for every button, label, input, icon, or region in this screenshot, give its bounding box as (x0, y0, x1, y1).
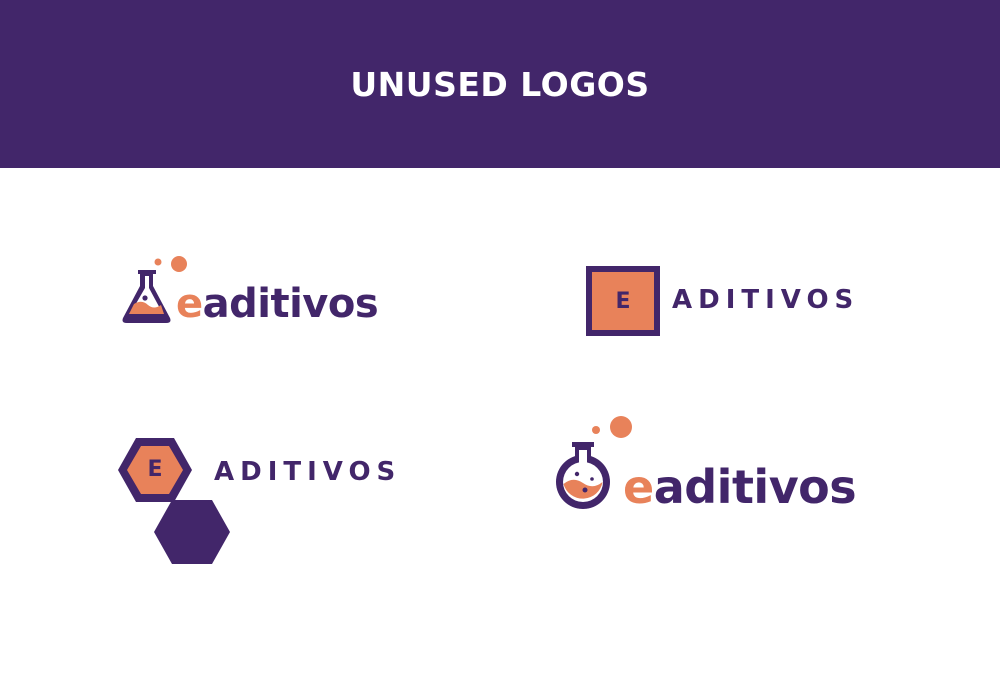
wordmark: ADITIVOS (672, 285, 860, 315)
wordmark-accent-letter: e (176, 281, 203, 327)
wordmark-accent-letter: e (623, 460, 654, 514)
logo-square-aditivos: E ADITIVOS (586, 266, 866, 338)
wordmark-text: aditivos (202, 281, 379, 327)
logo-hexagon-aditivos: E ADITIVOS (116, 436, 436, 568)
square-icon-letter: E (615, 288, 631, 314)
wordmark: ADITIVOS (214, 457, 402, 487)
square-icon: E (586, 266, 660, 336)
wordmark: eaditivos (176, 280, 379, 328)
hexagon-icon-letter: E (147, 457, 163, 482)
logo-round-flask-eaditivos: eaditivos (555, 412, 895, 522)
page-title: UNUSED LOGOS (350, 64, 650, 104)
wordmark: eaditivos (623, 460, 857, 514)
header-banner: UNUSED LOGOS (0, 0, 1000, 168)
wordmark-text: aditivos (653, 460, 857, 514)
logo-flask-eaditivos: eaditivos (118, 252, 398, 332)
